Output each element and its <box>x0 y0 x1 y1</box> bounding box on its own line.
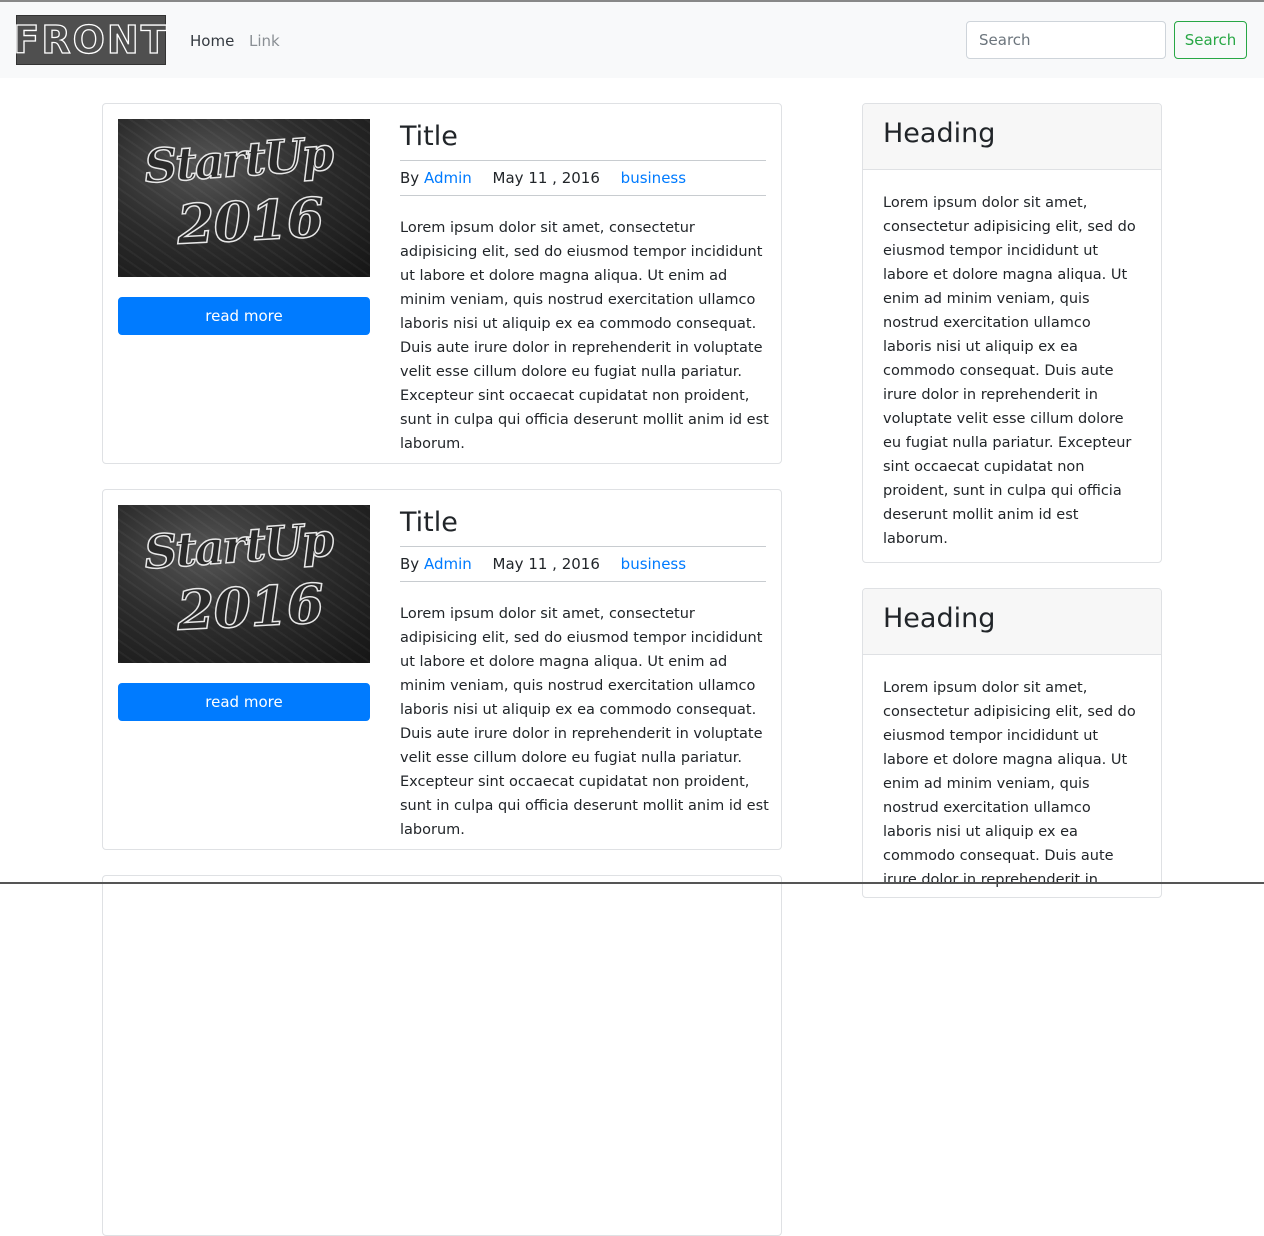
nav-link-home[interactable]: Home <box>190 32 234 50</box>
sidebar-card-text: Lorem ipsum dolor sit amet, consectetur … <box>883 680 1136 897</box>
sidebar-card-heading: Heading <box>863 589 1161 655</box>
post-card: StartUp 2016 read more Title By Admin Ma… <box>102 489 782 850</box>
meta-by-label: By <box>400 555 420 573</box>
post-date: May 11 , 2016 <box>492 555 600 573</box>
post-card: StartUp 2016 read more Title By Admin Ma… <box>102 103 782 464</box>
post-image: StartUp 2016 <box>118 119 370 277</box>
read-more-button[interactable]: read more <box>118 683 370 721</box>
post-card <box>102 875 782 1236</box>
sidebar-card-heading: Heading <box>863 104 1161 170</box>
post-meta: By Admin May 11 , 2016 business <box>400 160 766 196</box>
sidebar-card: Heading Lorem ipsum dolor sit amet, cons… <box>862 103 1162 563</box>
post-image: StartUp 2016 <box>118 505 370 663</box>
image-text-year: 2016 <box>175 184 326 257</box>
meta-by-label: By <box>400 169 420 187</box>
image-text-year: 2016 <box>175 570 326 643</box>
post-title: Title <box>400 507 458 538</box>
sidebar-card: Heading Lorem ipsum dolor sit amet, cons… <box>862 588 1162 898</box>
post-excerpt: Lorem ipsum dolor sit amet, consectetur … <box>400 220 769 452</box>
brand-logo[interactable]: FRONT <box>13 15 167 65</box>
category-link[interactable]: business <box>621 169 686 187</box>
post-title: Title <box>400 121 458 152</box>
author-link[interactable]: Admin <box>424 555 472 573</box>
post-meta: By Admin May 11 , 2016 business <box>400 546 766 582</box>
nav-link-link[interactable]: Link <box>249 32 280 50</box>
search-button[interactable]: Search <box>1174 21 1247 59</box>
sidebar-card-text: Lorem ipsum dolor sit amet, consectetur … <box>883 195 1136 547</box>
read-more-button[interactable]: read more <box>118 297 370 335</box>
search-input[interactable] <box>966 21 1166 59</box>
category-link[interactable]: business <box>621 555 686 573</box>
post-excerpt: Lorem ipsum dolor sit amet, consectetur … <box>400 606 769 838</box>
author-link[interactable]: Admin <box>424 169 472 187</box>
post-date: May 11 , 2016 <box>492 169 600 187</box>
navbar: FRONT Home Link Search <box>0 2 1264 78</box>
